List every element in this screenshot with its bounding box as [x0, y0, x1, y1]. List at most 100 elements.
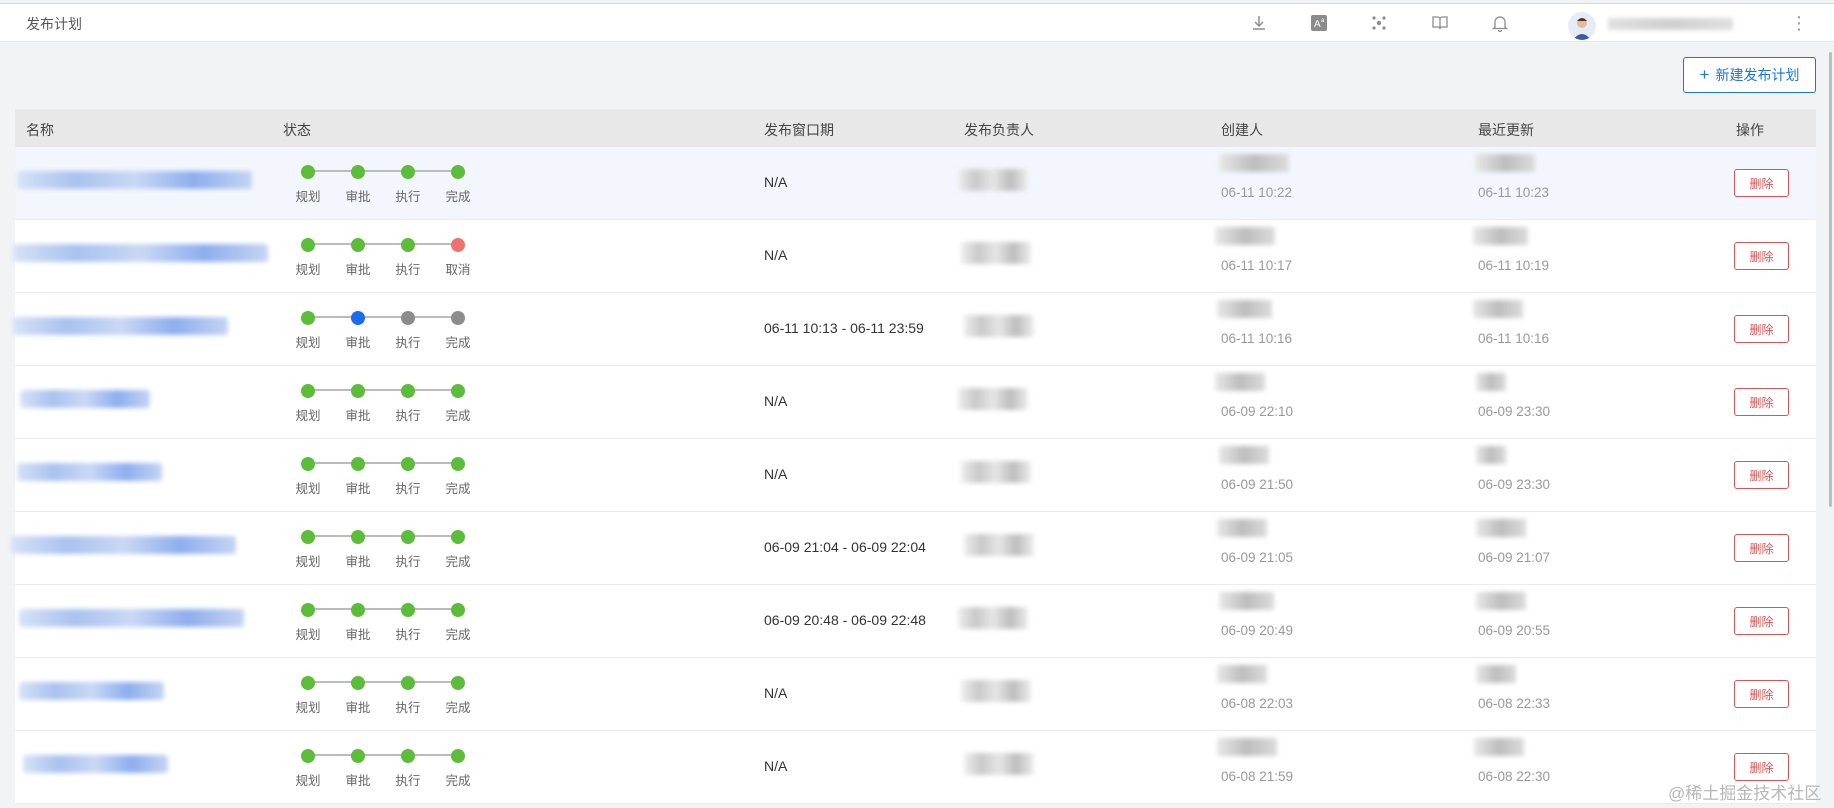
step-label: 规划 [295, 701, 321, 715]
creator-name-redacted [1219, 592, 1274, 610]
plan-name-link[interactable] [13, 317, 228, 335]
translate-icon[interactable]: Aa [1308, 12, 1330, 34]
step-label: 执行 [395, 701, 421, 715]
table-row[interactable]: 规划 审批 执行 完成 06-09 21:04 - 06-09 22:04 06-09 2… [11, 512, 1816, 585]
updated-time: 06-09 23:30 [1478, 477, 1551, 492]
table-row[interactable]: 规划 审批 执行 完成 N/A 06-09 22:10 06-09 23:30 删除 [15, 366, 1816, 439]
table-row[interactable]: 规划 审批 执行 取消 N/A 06-11 10:17 06-11 10:19 删除 [13, 220, 1816, 293]
updater-name-redacted [1476, 519, 1526, 537]
step-label: 执行 [395, 628, 421, 642]
updater-name-redacted [1475, 154, 1535, 172]
step-connector [313, 462, 353, 464]
delete-button[interactable]: 删除 [1734, 753, 1789, 781]
step-dot [451, 238, 465, 252]
updated-time: 06-11 10:23 [1478, 185, 1550, 200]
status-steps: 规划 审批 执行 完成 [295, 530, 471, 570]
release-owner-redacted [958, 169, 1028, 191]
step-connector [313, 389, 353, 391]
release-window: 06-11 10:13 - 06-11 23:59 [764, 320, 924, 336]
step-dot [451, 165, 465, 179]
delete-button[interactable]: 删除 [1734, 461, 1789, 489]
table-row[interactable]: 规划 审批 执行 完成 06-09 20:48 - 06-09 22:48 06-09 2… [15, 585, 1816, 658]
step-label: 审批 [345, 628, 371, 642]
creator-name-redacted [1219, 446, 1269, 464]
col-owner: 发布负责人 [964, 122, 1034, 138]
step-label: 执行 [395, 263, 421, 277]
step-connector [363, 462, 403, 464]
step-connector [313, 754, 353, 756]
release-window: N/A [764, 758, 788, 774]
updated-time: 06-11 10:19 [1478, 258, 1550, 273]
plan-name-link[interactable] [11, 536, 236, 554]
plan-name-link[interactable] [13, 244, 268, 262]
scrollbar[interactable] [1829, 52, 1832, 507]
table-row[interactable]: 规划 审批 执行 完成 N/A 06-08 21:59 06-08 22:30 删除 [15, 731, 1816, 804]
step-connector [363, 608, 403, 610]
delete-button[interactable]: 删除 [1734, 388, 1789, 416]
download-icon[interactable] [1248, 12, 1270, 34]
table-header: 名称 状态 发布窗口期 发布负责人 创建人 最近更新 操作 [15, 109, 1816, 147]
delete-button[interactable]: 删除 [1734, 607, 1789, 635]
step-connector [413, 316, 453, 318]
step-connector [363, 754, 403, 756]
delete-button[interactable]: 删除 [1734, 534, 1789, 562]
col-window: 发布窗口期 [764, 122, 834, 138]
creator-name-redacted [1215, 373, 1265, 391]
step-connector [413, 389, 453, 391]
plan-name-link[interactable] [19, 609, 244, 627]
updated-time: 06-09 21:07 [1478, 550, 1551, 565]
table-row[interactable]: 规划 审批 执行 完成 N/A 06-08 22:03 06-08 22:33 删除 [15, 658, 1816, 731]
col-name: 名称 [26, 122, 54, 138]
created-time: 06-08 22:03 [1221, 696, 1294, 711]
release-window: N/A [764, 466, 788, 482]
step-connector [313, 608, 353, 610]
step-dot [351, 530, 365, 544]
status-steps: 规划 审批 执行 完成 [295, 457, 471, 497]
bell-icon[interactable] [1489, 12, 1511, 34]
table-row[interactable]: 规划 审批 执行 完成 N/A 06-11 10:22 06-11 10:23 删除 [15, 147, 1816, 220]
release-owner-redacted [961, 680, 1031, 702]
step-label: 完成 [445, 701, 471, 715]
table-row[interactable]: 规划 审批 执行 完成 06-11 10:13 - 06-11 23:59 06-11 1… [13, 293, 1816, 366]
avatar[interactable] [1568, 12, 1596, 40]
step-dot [401, 530, 415, 544]
created-time: 06-09 22:10 [1221, 404, 1294, 419]
updater-name-redacted [1473, 300, 1523, 318]
created-time: 06-08 21:59 [1221, 769, 1294, 784]
new-release-plan-button[interactable]: + 新建发布计划 [1683, 57, 1816, 93]
release-owner-redacted [958, 388, 1028, 410]
plan-name-link[interactable] [20, 390, 150, 408]
step-label: 完成 [445, 482, 471, 496]
step-label: 审批 [345, 336, 371, 350]
col-actions: 操作 [1736, 122, 1764, 138]
release-window: N/A [764, 393, 788, 409]
step-dot [301, 530, 315, 544]
plan-name-link[interactable] [19, 682, 164, 700]
step-dot [351, 238, 365, 252]
step-label: 执行 [395, 555, 421, 569]
plan-name-link[interactable] [17, 463, 162, 481]
step-label: 审批 [345, 482, 371, 496]
step-label: 完成 [445, 774, 471, 788]
table-row[interactable]: 规划 审批 执行 完成 N/A 06-09 21:50 06-09 23:30 删除 [15, 439, 1816, 512]
step-connector [363, 243, 403, 245]
step-label: 执行 [395, 336, 421, 350]
step-label: 规划 [295, 774, 321, 788]
step-label: 规划 [295, 628, 321, 642]
col-creator: 创建人 [1221, 122, 1263, 138]
delete-button[interactable]: 删除 [1734, 680, 1789, 708]
delete-button[interactable]: 删除 [1734, 315, 1789, 343]
book-icon[interactable] [1429, 12, 1451, 34]
delete-button[interactable]: 删除 [1734, 169, 1789, 197]
delete-button[interactable]: 删除 [1734, 242, 1789, 270]
updated-time: 06-11 10:16 [1478, 331, 1550, 346]
apps-icon[interactable] [1368, 12, 1390, 34]
release-owner-redacted [964, 534, 1034, 556]
release-owner-redacted [958, 607, 1028, 629]
plan-name-link[interactable] [17, 171, 252, 189]
user-name-redacted[interactable] [1608, 18, 1733, 30]
step-dot [451, 749, 465, 763]
plan-name-link[interactable] [23, 755, 168, 773]
more-icon[interactable]: ⋮ [1790, 14, 1808, 32]
step-dot [301, 384, 315, 398]
